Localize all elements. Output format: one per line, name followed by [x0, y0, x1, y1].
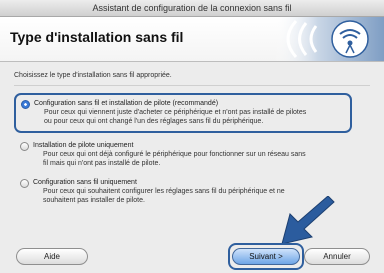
- window-titlebar: Assistant de configuration de la connexi…: [0, 0, 384, 17]
- pointer-arrow-icon: [281, 196, 335, 245]
- page-title: Type d'installation sans fil: [10, 29, 184, 45]
- divider: [14, 85, 370, 86]
- next-button[interactable]: Suivant >: [232, 248, 300, 265]
- help-button[interactable]: Aide: [16, 248, 88, 265]
- install-type-options: Configuration sans fil et installation d…: [14, 93, 370, 213]
- window-title: Assistant de configuration de la connexi…: [92, 3, 292, 13]
- header-banner: Type d'installation sans fil: [0, 17, 384, 62]
- option-description: fil mais qui n'ont pas installé de pilot…: [43, 160, 161, 167]
- radio-unselected[interactable]: [20, 179, 29, 188]
- option-description: Pour ceux qui ont déjà configuré le péri…: [43, 151, 306, 158]
- radio-selected[interactable]: [21, 100, 30, 109]
- option-driver-only[interactable]: Installation de pilote uniquement Pour c…: [14, 139, 370, 170]
- wifi-logo-icon: [274, 17, 384, 61]
- option-description: Pour ceux qui viennent juste d'acheter c…: [44, 109, 307, 116]
- option-wireless-and-driver[interactable]: Configuration sans fil et installation d…: [14, 93, 352, 133]
- radio-unselected[interactable]: [20, 142, 29, 151]
- cancel-button[interactable]: Annuler: [304, 248, 370, 265]
- option-description: ou pour ceux qui ont changé l'un des rég…: [44, 118, 264, 125]
- setup-window: Assistant de configuration de la connexi…: [0, 0, 384, 273]
- option-label: Configuration sans fil et installation d…: [34, 100, 219, 107]
- option-description: Pour ceux qui souhaitent configurer les …: [43, 188, 285, 195]
- instruction-text: Choisissez le type d'installation sans f…: [14, 72, 172, 79]
- option-label: Configuration sans fil uniquement: [33, 179, 137, 186]
- option-label: Installation de pilote uniquement: [33, 142, 134, 149]
